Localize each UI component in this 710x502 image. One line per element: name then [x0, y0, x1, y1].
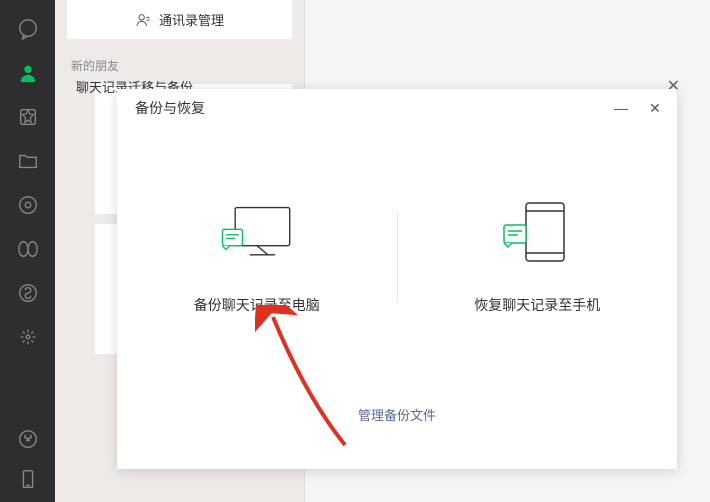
phone-icon[interactable]	[17, 468, 39, 490]
moments-icon[interactable]	[17, 194, 39, 216]
contact-management-button[interactable]: 通讯录管理	[67, 0, 292, 39]
chat-icon[interactable]	[17, 18, 39, 40]
app-sidebar	[0, 0, 55, 502]
restore-to-phone-label: 恢复聊天记录至手机	[474, 295, 600, 315]
phone-restore-icon	[497, 199, 577, 267]
contact-management-label: 通讯录管理	[159, 10, 224, 29]
miniprograms-icon[interactable]	[17, 282, 39, 304]
dialog-header: 备份与恢复 ― ✕	[117, 89, 677, 127]
contacts-icon[interactable]	[17, 62, 39, 84]
backup-restore-dialog: 备份与恢复 ― ✕ 备份聊天记录至电脑	[117, 89, 677, 469]
close-button[interactable]: ✕	[647, 100, 663, 117]
backup-to-pc-option[interactable]: 备份聊天记录至电脑	[117, 127, 397, 387]
person-icon	[135, 12, 151, 28]
favorites-icon[interactable]	[17, 106, 39, 128]
channels-icon[interactable]	[17, 238, 39, 260]
applet-icon[interactable]	[17, 428, 39, 450]
backup-to-pc-label: 备份聊天记录至电脑	[194, 295, 320, 315]
dialog-title: 备份与恢复	[135, 98, 205, 118]
restore-to-phone-option[interactable]: 恢复聊天记录至手机	[398, 127, 678, 387]
manage-backup-files-link[interactable]: 管理备份文件	[358, 408, 436, 423]
files-icon[interactable]	[17, 150, 39, 172]
search-icon[interactable]	[17, 326, 39, 348]
computer-icon	[217, 199, 297, 267]
minimize-button[interactable]: ―	[613, 100, 629, 117]
